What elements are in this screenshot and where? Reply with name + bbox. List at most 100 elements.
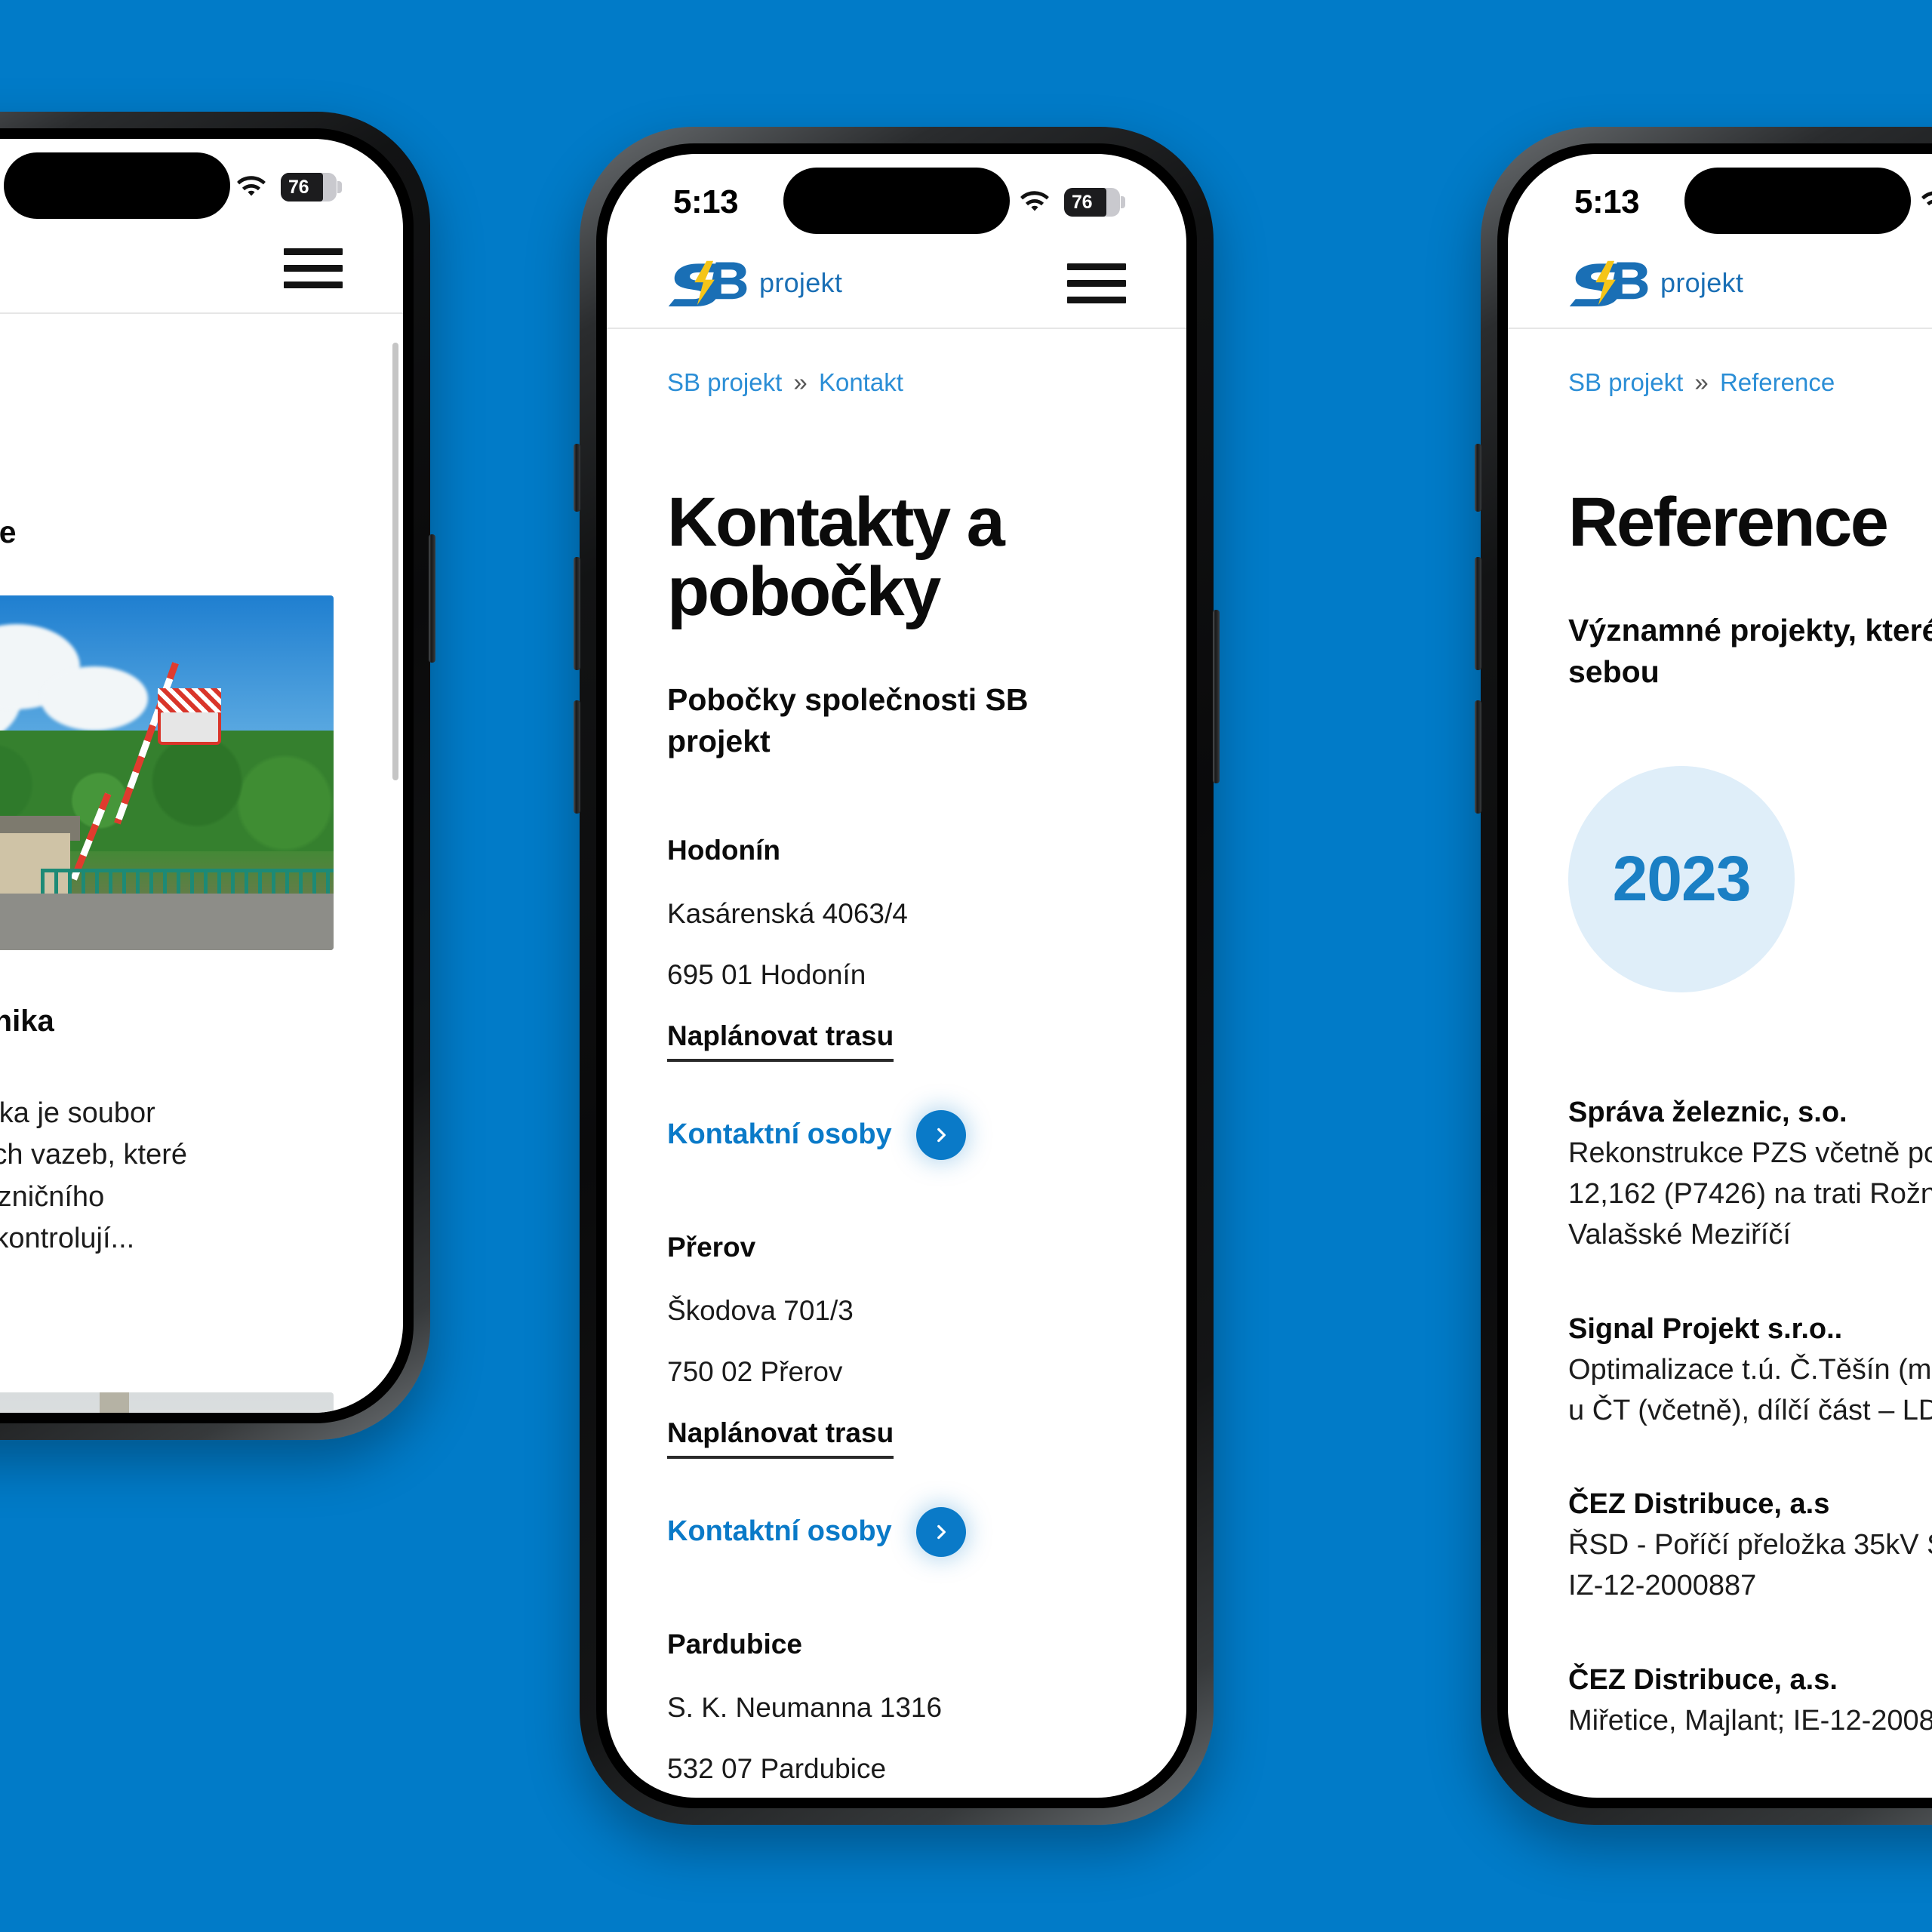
branch-name: Hodonín <box>667 834 781 866</box>
battery-icon: 76 <box>1064 188 1125 217</box>
branch-item: Přerov Škodova 701/3 750 02 Přerov Naplá… <box>667 1232 1126 1557</box>
breadcrumb: SB projekt » Kontakt <box>667 329 1126 397</box>
volume-up-button[interactable] <box>574 557 580 670</box>
page-title: užby <box>0 389 343 459</box>
reference-desc: ŘSD - Poříčí přeložka 35kV S IZ-12-20008… <box>1568 1529 1932 1602</box>
service-more-link[interactable]: ti.. <box>0 1303 343 1347</box>
contact-persons-label: Kontaktní osoby <box>667 1118 892 1151</box>
branch-city: 695 01 Hodonín <box>667 958 866 990</box>
status-bar: 5:13 76 <box>0 139 403 223</box>
site-logo[interactable]: projekt <box>667 260 842 306</box>
battery-percent: 76 <box>1072 191 1093 213</box>
reference-item: Signal Projekt s.r.o.. Optimalizace t.ú.… <box>1568 1313 1932 1432</box>
dynamic-island <box>4 152 230 219</box>
breadcrumb-separator: » <box>1694 368 1709 396</box>
site-logo[interactable]: projekt <box>1568 260 1743 306</box>
status-time: 5:13 <box>673 183 739 220</box>
wifi-icon <box>1019 190 1051 214</box>
service-card-heading: ovací technika <box>0 1004 54 1038</box>
site-header-left: projekt <box>0 223 403 314</box>
breadcrumb-current[interactable]: Kontakt <box>819 368 903 396</box>
hamburger-menu-icon[interactable] <box>284 248 343 288</box>
page-title: Kontakty a pobočky <box>667 484 1005 630</box>
logo-text: projekt <box>1660 267 1744 298</box>
dynamic-island <box>1684 168 1911 234</box>
branch-item: Pardubice S. K. Neumanna 1316 532 07 Par… <box>667 1629 1126 1798</box>
mute-switch[interactable] <box>1475 444 1481 512</box>
breadcrumb-root[interactable]: SB projekt <box>667 368 782 396</box>
reference-desc: Optimalizace t.ú. Č.Těšín (m u ČT (včetn… <box>1568 1353 1932 1426</box>
contact-persons-label: Kontaktní osoby <box>667 1515 892 1548</box>
hamburger-menu-icon[interactable] <box>1067 263 1126 303</box>
power-button[interactable] <box>1213 610 1220 783</box>
branch-city: 750 02 Přerov <box>667 1355 843 1387</box>
sb-lightning-logo-icon <box>1568 260 1650 306</box>
reference-desc: Rekonstrukce PZS včetně po 12,162 (P7426… <box>1568 1137 1932 1251</box>
sb-lightning-logo-icon <box>667 260 749 306</box>
page-title: Reference <box>1568 484 1889 561</box>
reference-item: Správa železnic, s.o. Rekonstrukce PZS v… <box>1568 1097 1932 1256</box>
mute-switch[interactable] <box>574 444 580 512</box>
wifi-icon <box>1920 190 1932 214</box>
phone-screen-right: 5:13 76 <box>1508 154 1932 1798</box>
battery-icon: 76 <box>281 173 342 202</box>
volume-up-button[interactable] <box>1475 557 1481 670</box>
breadcrumb-root[interactable]: SB projekt <box>1568 368 1683 396</box>
railway-crossing-photo <box>0 595 334 951</box>
page-content-left: užby oskytujeme <box>0 314 403 1413</box>
status-time: 5:13 <box>1574 183 1640 220</box>
battery-percent: 76 <box>288 176 309 198</box>
wifi-icon <box>235 175 267 199</box>
reference-item: ČEZ Distribuce, a.s ŘSD - Poříčí přeložk… <box>1568 1488 1932 1607</box>
breadcrumb-separator: » <box>793 368 808 396</box>
branch-street: Škodova 701/3 <box>667 1294 854 1326</box>
phone-left: 5:13 76 projekt <box>0 112 435 1440</box>
branch-name: Přerov <box>667 1231 756 1263</box>
chevron-right-icon <box>915 1506 966 1557</box>
phone-bezel: 5:13 76 <box>1497 143 1932 1808</box>
contact-persons-link[interactable]: Kontaktní osoby <box>667 1506 1126 1557</box>
page-subtitle: oskytujeme <box>0 515 17 549</box>
reference-org: ČEZ Distribuce, a.s <box>1568 1488 1830 1521</box>
power-button[interactable] <box>429 534 435 663</box>
reference-item: ČEZ Distribuce, a.s. Miřetice, Majlant; … <box>1568 1664 1932 1742</box>
phone-bezel: 5:13 76 <box>596 143 1197 1808</box>
page-subtitle: Pobočky společnosti SB projekt <box>667 682 1029 759</box>
contact-persons-link[interactable]: Kontaktní osoby <box>667 1109 1126 1160</box>
volume-down-button[interactable] <box>1475 700 1481 814</box>
branch-item: Hodonín Kasárenská 4063/4 695 01 Hodonín… <box>667 835 1126 1160</box>
branch-name: Pardubice <box>667 1628 802 1660</box>
reference-org: Správa železnic, s.o. <box>1568 1096 1847 1128</box>
branch-street: Kasárenská 4063/4 <box>667 897 908 929</box>
chevron-right-icon <box>915 1109 966 1160</box>
page-content-right: SB projekt » Reference Reference Významn… <box>1508 329 1932 1798</box>
reference-org: ČEZ Distribuce, a.s. <box>1568 1664 1838 1697</box>
branch-city: 532 07 Pardubice <box>667 1752 887 1784</box>
reference-org: Signal Projekt s.r.o.. <box>1568 1312 1843 1345</box>
phone-right: 5:13 76 <box>1475 127 1932 1825</box>
phone-screen-center: 5:13 76 projekt SB projekt » Kontakt Kon… <box>607 154 1186 1798</box>
breadcrumb-current[interactable]: Reference <box>1720 368 1835 396</box>
dynamic-island <box>783 168 1010 234</box>
plan-route-link[interactable]: Naplánovat trasu <box>667 1417 894 1459</box>
service-card-text: ovací technika je soubor tředků a jejich… <box>0 1097 188 1254</box>
phone-screen-left: 5:13 76 projekt <box>0 139 403 1413</box>
breadcrumb: SB projekt » Reference <box>1568 329 1932 397</box>
power-transformer-photo <box>0 1392 334 1413</box>
site-header-center: projekt <box>607 238 1186 329</box>
year-badge: 2023 <box>1568 765 1795 992</box>
phone-bezel: 5:13 76 projekt <box>0 128 414 1423</box>
scroll-indicator[interactable] <box>392 343 398 780</box>
site-header-right: projekt <box>1508 238 1932 329</box>
year-badge-value: 2023 <box>1612 843 1752 915</box>
branch-street: S. K. Neumanna 1316 <box>667 1691 943 1723</box>
plan-route-link[interactable]: Naplánovat trasu <box>667 1020 894 1062</box>
volume-down-button[interactable] <box>574 700 580 814</box>
logo-text: projekt <box>759 267 843 298</box>
page-subtitle: Významné projekty, které sebou <box>1568 613 1932 690</box>
status-bar: 5:13 76 <box>607 154 1186 238</box>
reference-desc: Miřetice, Majlant; IE-12-2008 <box>1568 1705 1932 1737</box>
status-bar: 5:13 76 <box>1508 154 1932 238</box>
page-content-center: SB projekt » Kontakt Kontakty a pobočky … <box>607 329 1186 1798</box>
phone-center: 5:13 76 projekt SB projekt » Kontakt Kon… <box>574 127 1220 1825</box>
